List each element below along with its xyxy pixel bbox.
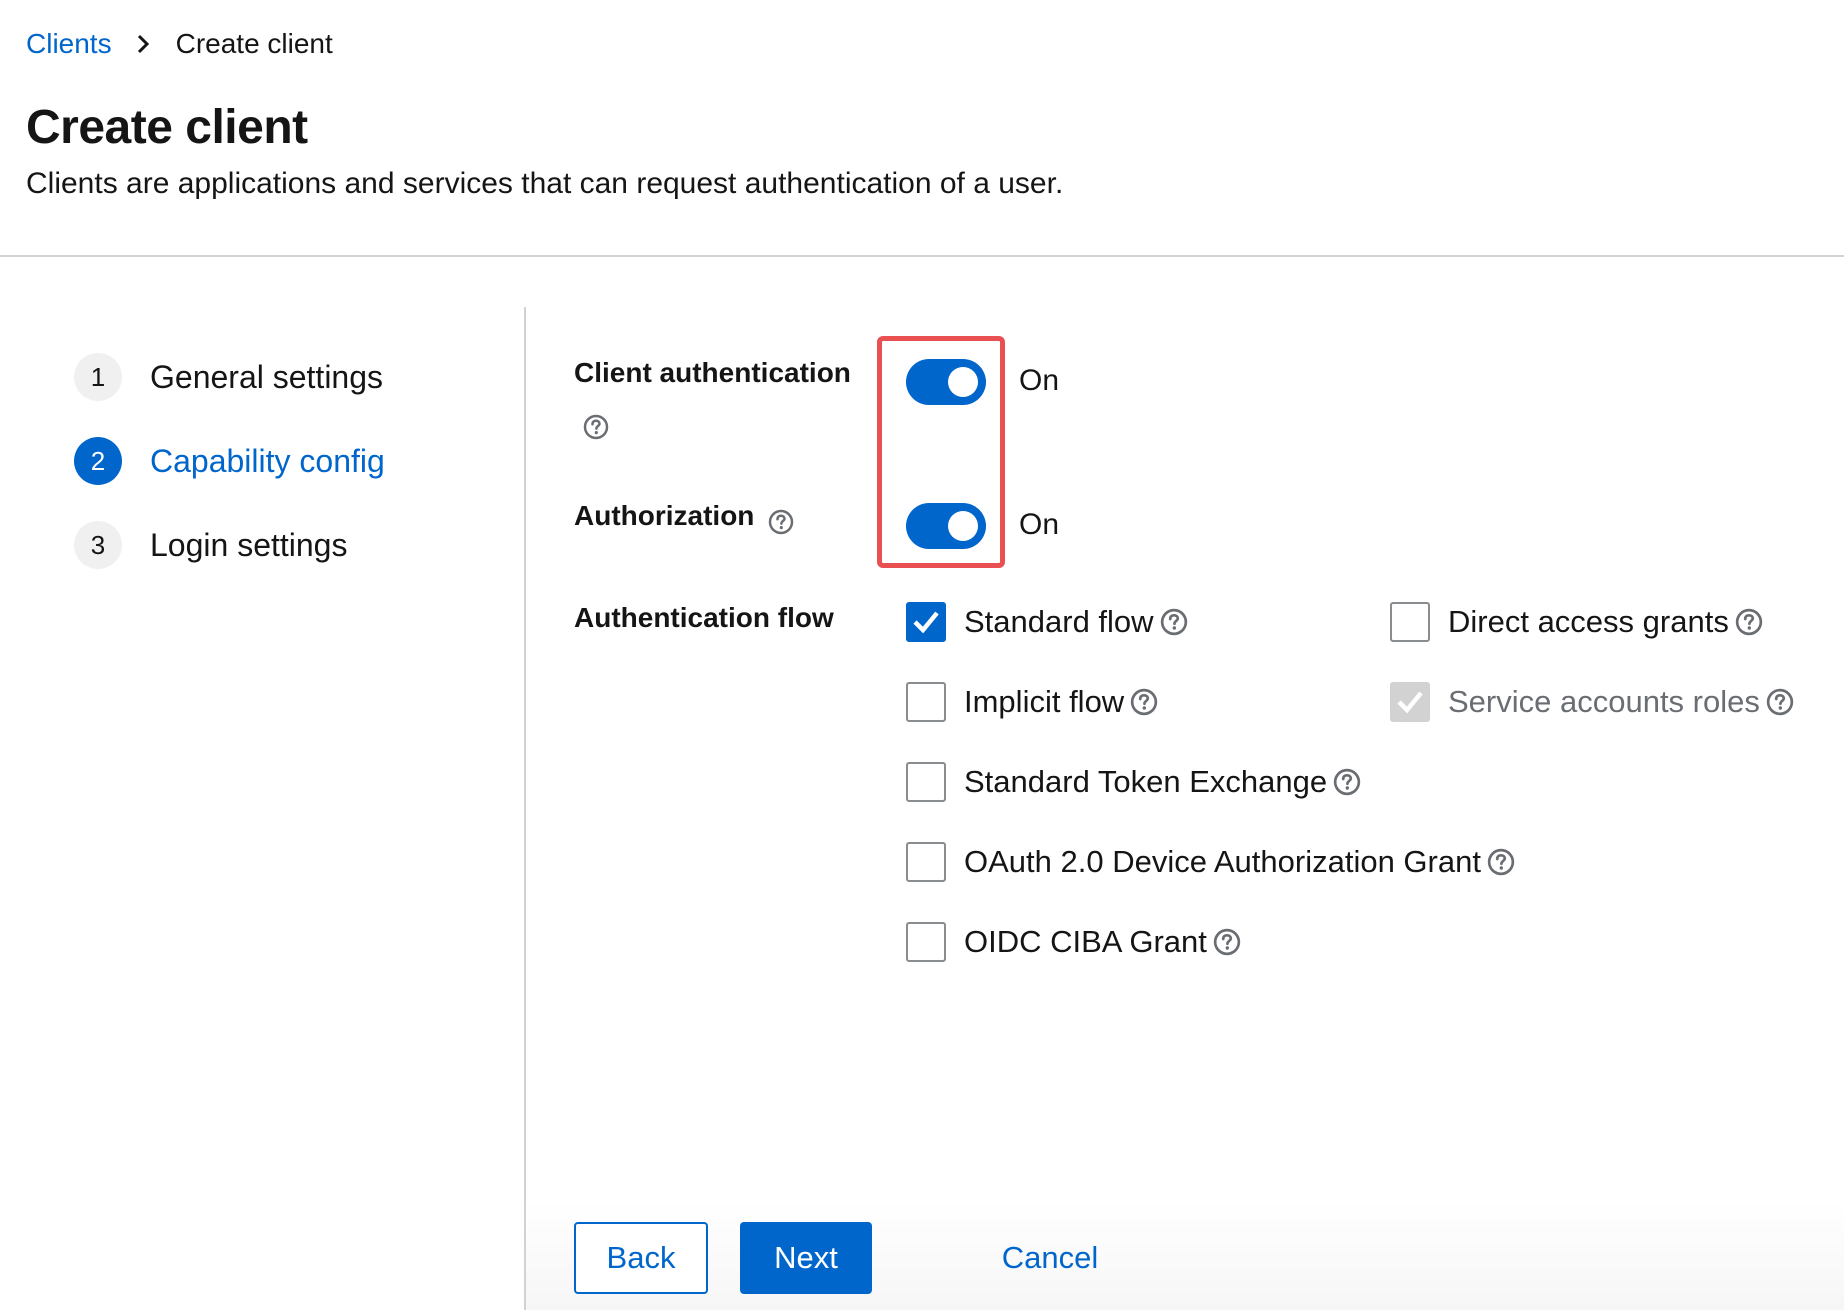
implicit-flow-checkbox[interactable] [906,682,946,722]
service-accounts-roles-label: Service accounts roles [1448,684,1760,719]
service-accounts-roles-checkbox [1390,682,1430,722]
question-circle-icon[interactable] [1160,608,1188,636]
step-label: General settings [150,358,384,395]
direct-access-grants-checkbox[interactable] [1390,602,1430,642]
wizard-step-capability-config[interactable]: 2 Capability config [74,437,385,485]
step-number: 2 [74,437,122,485]
check-icon [1397,691,1423,714]
authorization-state: On [1019,508,1060,541]
question-circle-icon[interactable] [768,509,794,535]
cancel-button[interactable]: Cancel [990,1222,1110,1294]
breadcrumb-current: Create client [175,28,333,59]
page-title: Create client [26,101,308,154]
create-client-page: Clients Create client Create client Clie… [0,0,1844,1310]
question-circle-icon[interactable] [1766,688,1794,716]
implicit-flow-label: Implicit flow [964,684,1125,719]
footer-shade [526,1200,1844,1310]
standard-flow-label: Standard flow [964,604,1154,639]
question-circle-icon[interactable] [1735,608,1763,636]
question-circle-icon[interactable] [583,414,609,440]
step-label: Login settings [150,526,348,563]
option-oauth-device-grant: OAuth 2.0 Device Authorization Grant [906,842,1515,882]
nav-divider [524,307,526,1310]
standard-flow-checkbox[interactable] [906,602,946,642]
question-circle-icon[interactable] [1130,688,1158,716]
breadcrumb: Clients Create client [26,26,333,62]
client-auth-state: On [1019,364,1060,397]
option-implicit-flow: Implicit flow [906,682,1158,722]
chevron-right-icon [136,34,150,54]
header-divider [0,255,1844,257]
question-circle-icon[interactable] [1213,928,1241,956]
wizard-step-login-settings[interactable]: 3 Login settings [74,521,347,569]
option-standard-token-exchange: Standard Token Exchange [906,762,1361,802]
direct-access-grants-label: Direct access grants [1448,604,1729,639]
option-service-accounts-roles: Service accounts roles [1390,682,1794,722]
next-button[interactable]: Next [740,1222,872,1294]
option-direct-access-grants: Direct access grants [1390,602,1763,642]
auth-flow-label: Authentication flow [574,602,834,633]
oauth-device-grant-checkbox[interactable] [906,842,946,882]
authorization-label: Authorization [574,500,755,531]
switch-knob [948,367,978,397]
step-number: 1 [74,353,122,401]
oidc-ciba-grant-checkbox[interactable] [906,922,946,962]
question-circle-icon[interactable] [1487,848,1515,876]
back-button[interactable]: Back [574,1222,708,1294]
oidc-ciba-grant-label: OIDC CIBA Grant [964,924,1207,959]
oauth-device-grant-label: OAuth 2.0 Device Authorization Grant [964,844,1481,879]
client-auth-switch[interactable] [906,359,986,405]
wizard-nav: 1 General settings 2 Capability config 3… [0,307,524,1310]
option-oidc-ciba-grant: OIDC CIBA Grant [906,922,1241,962]
page-description: Clients are applications and services th… [26,167,1064,200]
client-auth-label: Client authentication [574,357,851,388]
step-label: Capability config [150,442,385,479]
switch-knob [948,511,978,541]
question-circle-icon[interactable] [1333,768,1361,796]
standard-token-exchange-checkbox[interactable] [906,762,946,802]
standard-token-exchange-label: Standard Token Exchange [964,764,1328,799]
check-icon [913,611,939,634]
option-standard-flow: Standard flow [906,602,1188,642]
step-number: 3 [74,521,122,569]
wizard-step-general-settings[interactable]: 1 General settings [74,353,383,401]
authorization-switch[interactable] [906,503,986,549]
breadcrumb-clients-link[interactable]: Clients [26,28,112,60]
